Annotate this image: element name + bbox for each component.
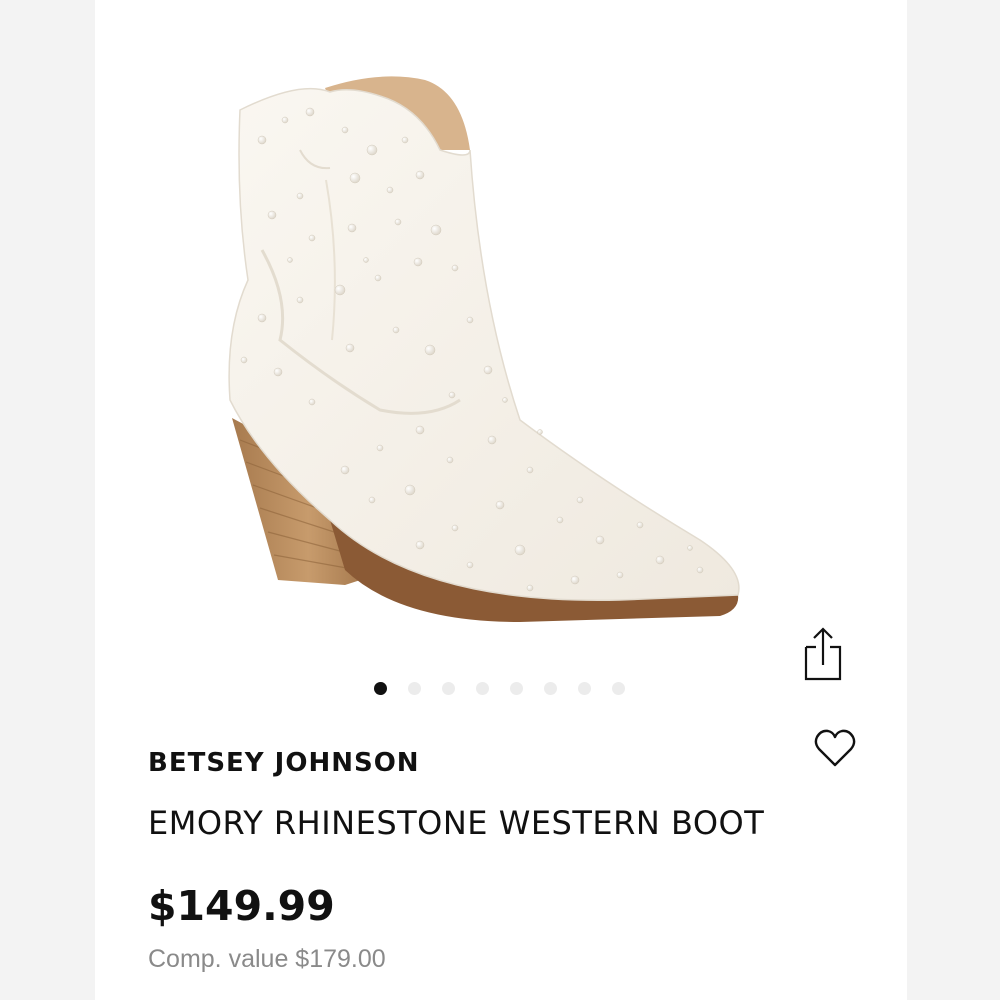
carousel-dot-5[interactable] bbox=[510, 681, 523, 695]
brand-name[interactable]: BETSEY JOHNSON bbox=[148, 748, 420, 778]
image-carousel-dots bbox=[374, 680, 646, 696]
carousel-dot-2[interactable] bbox=[408, 681, 421, 695]
page-background: BETSEY JOHNSON EMORY RHINESTONE WESTERN … bbox=[0, 0, 1000, 1000]
carousel-dot-7[interactable] bbox=[578, 681, 591, 695]
comparison-value: Comp. value $179.00 bbox=[148, 945, 386, 973]
product-price: $149.99 bbox=[148, 882, 335, 930]
carousel-dot-6[interactable] bbox=[544, 681, 557, 695]
carousel-dot-1[interactable] bbox=[374, 681, 387, 695]
heart-icon[interactable] bbox=[812, 727, 858, 771]
share-icon[interactable] bbox=[800, 625, 846, 685]
carousel-dot-8[interactable] bbox=[612, 681, 625, 695]
carousel-dot-3[interactable] bbox=[442, 681, 455, 695]
product-image[interactable] bbox=[0, 0, 1000, 670]
carousel-dot-4[interactable] bbox=[476, 681, 489, 695]
product-title: EMORY RHINESTONE WESTERN BOOT bbox=[148, 804, 765, 842]
